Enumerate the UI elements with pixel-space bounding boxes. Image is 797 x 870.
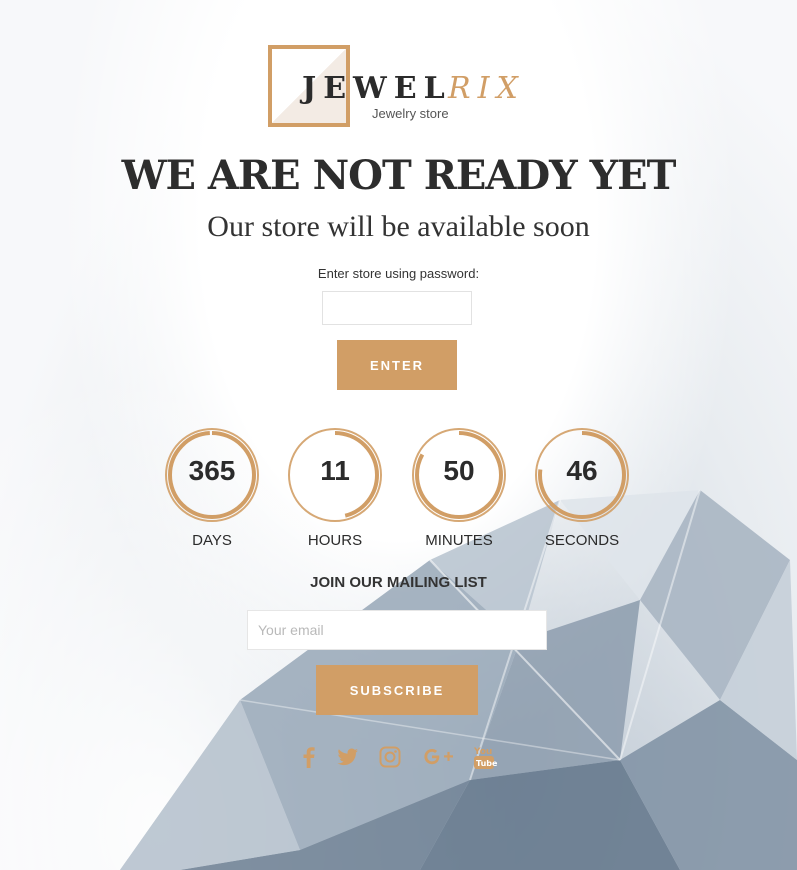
svg-text:You: You: [473, 747, 492, 757]
logo-name-part1: JEWEL: [302, 71, 452, 106]
google-plus-icon[interactable]: [422, 744, 456, 770]
hours-label: HOURS: [307, 532, 363, 549]
email-input[interactable]: [247, 610, 547, 650]
logo-tagline: Jewelry store: [372, 106, 449, 121]
page-subtitle: Our store will be available soon: [207, 210, 590, 243]
countdown-seconds: 46: [532, 425, 632, 525]
twitter-icon[interactable]: [335, 744, 361, 770]
brand-logo[interactable]: JEWEL RIX Jewelry store: [268, 45, 528, 135]
subscribe-button[interactable]: SUBSCRIBE: [316, 665, 478, 715]
mailing-list-title: JOIN OUR MAILING LIST: [310, 574, 487, 591]
minutes-value: 50: [443, 455, 475, 486]
svg-text:Tube: Tube: [476, 759, 498, 768]
minutes-label: MINUTES: [425, 532, 493, 549]
days-value: 365: [188, 455, 236, 486]
countdown-days: 365: [162, 425, 262, 525]
hours-value: 11: [320, 455, 350, 486]
page-title: WE ARE NOT READY YET: [121, 152, 677, 199]
seconds-label: SECONDS: [544, 532, 620, 549]
countdown-minutes: 50: [409, 425, 509, 525]
instagram-icon[interactable]: [377, 744, 403, 770]
enter-button[interactable]: ENTER: [337, 340, 457, 390]
youtube-icon[interactable]: You Tube: [472, 744, 498, 770]
password-input[interactable]: [322, 291, 472, 325]
logo-name-part2: RIX: [448, 71, 525, 106]
seconds-value: 46: [566, 455, 598, 486]
days-label: DAYS: [192, 532, 232, 549]
facebook-icon[interactable]: [296, 744, 322, 770]
password-label: Enter store using password:: [317, 266, 480, 281]
countdown-hours: 11: [285, 425, 385, 525]
